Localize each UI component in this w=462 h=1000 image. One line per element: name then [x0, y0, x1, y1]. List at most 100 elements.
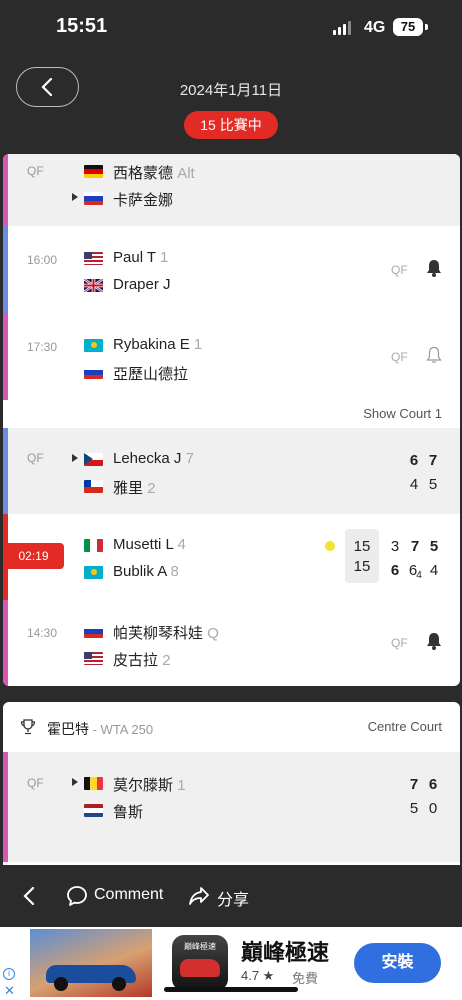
ad-rating: 4.7 ★ [241, 968, 274, 984]
ad-car-image[interactable] [30, 929, 152, 997]
player-name: Musetti L [113, 536, 174, 553]
court-name: Centre Court [367, 719, 442, 734]
share-icon [189, 887, 209, 905]
kazakhstan-flag-icon [84, 566, 103, 579]
court-header: Show Court 1 [3, 400, 460, 428]
player-name: 鲁斯 [113, 804, 144, 821]
match-time: 17:30 [27, 340, 58, 354]
chile-flag-icon [84, 480, 103, 493]
set-score: 7 [428, 452, 438, 469]
court-name: Show Court 1 [363, 406, 442, 421]
wta-bar [3, 752, 8, 862]
network-label: 4G [364, 19, 386, 36]
date-title[interactable]: 2024年1月11日 [0, 79, 462, 100]
player-name: 帕芙柳琴科娃 [113, 625, 204, 642]
serve-indicator-icon [72, 193, 78, 201]
live-matches-button[interactable]: 15 比賽中 [184, 111, 278, 139]
bell-outline-icon[interactable] [426, 346, 442, 364]
netherlands-flag-icon [84, 804, 103, 817]
match-time: 14:30 [27, 626, 58, 640]
player-seed: Alt [177, 165, 195, 182]
serving-ball-icon [325, 541, 335, 551]
live-match-row[interactable]: 02:19 Musetti L 4 Bublik A 8 15 15 3 7 5… [3, 514, 460, 600]
russia-flag-icon [84, 192, 103, 205]
match-row[interactable]: QF 西格蒙德 Alt 卡萨金娜 [3, 154, 460, 226]
set-score: 5 [429, 538, 439, 555]
ad-close-icon[interactable]: ✕ [4, 983, 15, 999]
serve-indicator-icon [72, 454, 78, 462]
tiebreak-score: 4 [416, 570, 422, 581]
set-score: 0 [428, 800, 438, 817]
status-bar: 15:51 4G 75 [0, 0, 462, 56]
wta-bar [3, 600, 8, 686]
set-score: 7 [409, 776, 419, 793]
match-row[interactable]: QF Lehecka J 7 雅里 2 6 7 4 5 [3, 428, 460, 514]
player-name: Bublik A [113, 563, 167, 580]
player-seed: 7 [185, 450, 194, 467]
atp-bar [3, 428, 8, 514]
russia-flag-icon [84, 366, 103, 379]
ad-banner[interactable]: 巔峰極速 巔峰極速 4.7 ★ 免費 安裝 i ✕ [0, 927, 462, 1000]
match-row[interactable]: QF 莫尔滕斯 1 鲁斯 7 6 5 0 [3, 752, 460, 862]
tournament-title: 霍巴特 - WTA 250 [47, 719, 153, 739]
player-name: 西格蒙德 [113, 165, 174, 182]
serve-indicator-icon [72, 778, 78, 786]
clock: 15:51 [56, 15, 108, 37]
player-seed: 4 [177, 536, 186, 553]
match-time: 16:00 [27, 253, 58, 267]
match-stage: QF [27, 164, 44, 178]
bell-icon[interactable] [426, 259, 442, 277]
comment-icon [67, 886, 87, 906]
russia-flag-icon [84, 625, 103, 638]
battery-icon: 75 [393, 18, 423, 36]
player-name: Draper J [113, 276, 171, 293]
player-name: 雅里 [113, 480, 144, 497]
wta-bar [3, 154, 8, 226]
elapsed-time-badge: 02:19 [3, 543, 64, 569]
player-name: Rybakina E [113, 336, 190, 353]
ad-app-icon-text: 巔峰極速 [184, 942, 216, 951]
wta-bar [3, 313, 8, 400]
match-row[interactable]: 14:30 帕芙柳琴科娃 Q 皮古拉 2 QF [3, 600, 460, 686]
comment-label: Comment [94, 886, 164, 903]
ad-info-icon[interactable]: i [3, 968, 15, 980]
usa-flag-icon [84, 652, 103, 665]
set-score: 6 [428, 776, 438, 793]
set-score: 5 [428, 476, 438, 493]
ad-price: 免費 [292, 971, 319, 986]
match-stage: QF [27, 776, 44, 790]
atp-bar [3, 226, 8, 313]
ad-app-icon[interactable]: 巔峰極速 [172, 935, 228, 991]
usa-flag-icon [84, 252, 103, 265]
player-name: 莫尔滕斯 [113, 777, 174, 794]
player-name: Lehecka J [113, 450, 182, 467]
belgium-flag-icon [84, 777, 103, 790]
match-row[interactable]: 16:00 Paul T 1 Draper J QF [3, 226, 460, 313]
match-stage: QF [391, 636, 408, 650]
czech-flag-icon [84, 453, 103, 466]
set-score: 4 [429, 562, 439, 579]
chevron-left-icon[interactable] [23, 887, 35, 905]
ad-title: 巔峰極速 [241, 940, 330, 965]
player-seed: 2 [162, 652, 171, 669]
install-button[interactable]: 安裝 [354, 943, 441, 983]
tournament-name: 霍巴特 [47, 721, 89, 737]
set-score: 5 [409, 800, 419, 817]
game-points: 15 [353, 538, 371, 555]
set-score: 7 [410, 538, 420, 555]
tournament-tier: - WTA 250 [89, 722, 154, 737]
match-stage: QF [27, 451, 44, 465]
player-seed: Q [207, 625, 219, 642]
player-seed: 8 [170, 563, 179, 580]
tournament-card: QF 西格蒙德 Alt 卡萨金娜 16:00 Paul T 1 Draper J… [3, 154, 460, 686]
player-name: 亞歷山德拉 [113, 366, 189, 383]
match-row[interactable]: 17:30 Rybakina E 1 亞歷山德拉 QF [3, 313, 460, 400]
home-indicator [164, 987, 298, 992]
germany-flag-icon [84, 165, 103, 178]
player-seed: 1 [177, 777, 186, 794]
tournament-header[interactable]: 霍巴特 - WTA 250 Centre Court [3, 702, 460, 752]
player-name: 卡萨金娜 [113, 192, 174, 209]
uk-flag-icon [84, 279, 103, 292]
bell-icon[interactable] [426, 632, 442, 650]
player-seed: 1 [193, 336, 203, 353]
